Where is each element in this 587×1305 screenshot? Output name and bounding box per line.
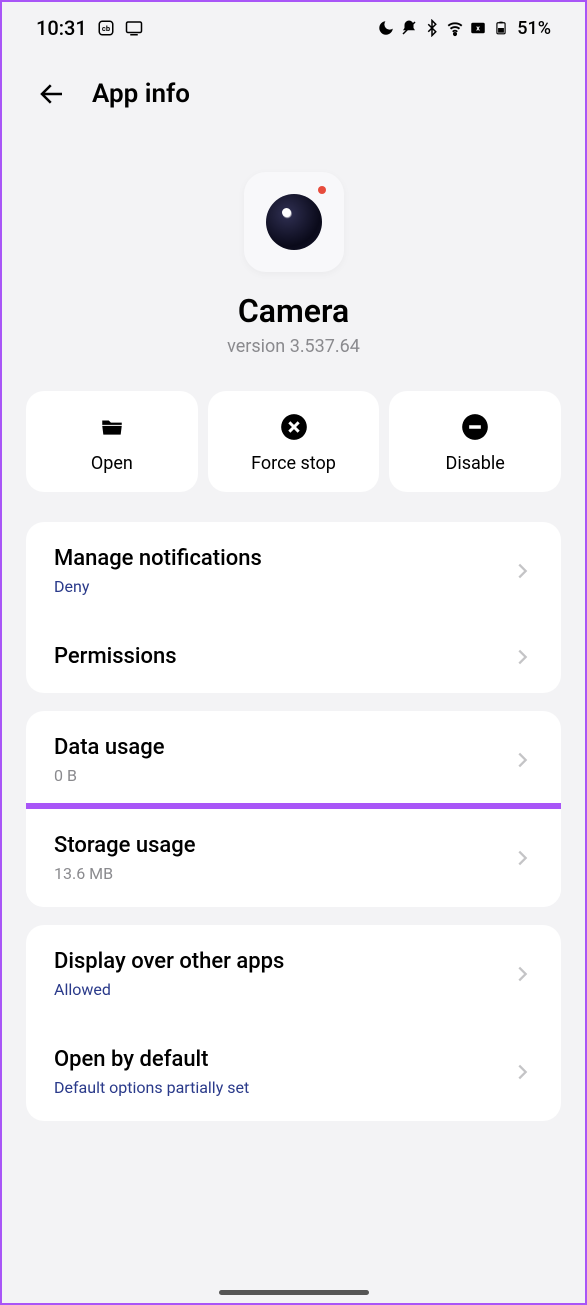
display-over-title: Display over other apps (54, 949, 284, 974)
app-version: version 3.537.64 (22, 336, 565, 357)
action-row: Open Force stop Disable (2, 391, 585, 492)
status-bar: 10:31 cb x 51% (2, 2, 585, 54)
permissions-title: Permissions (54, 644, 177, 669)
notifications-title: Manage notifications (54, 546, 262, 571)
svg-text:cb: cb (102, 24, 110, 33)
close-circle-icon (280, 413, 308, 441)
open-default-row[interactable]: Open by default Default options partiall… (26, 1023, 561, 1121)
data-icon: x (469, 19, 487, 37)
chevron-right-icon (511, 963, 533, 985)
gesture-bar[interactable] (219, 1290, 369, 1295)
chevron-right-icon (511, 1061, 533, 1083)
force-stop-button[interactable]: Force stop (208, 391, 380, 492)
status-time: 10:31 (36, 16, 87, 40)
list-card-1: Manage notifications Deny Permissions (26, 522, 561, 693)
open-default-title: Open by default (54, 1047, 249, 1072)
open-button[interactable]: Open (26, 391, 198, 492)
disable-button[interactable]: Disable (389, 391, 561, 492)
force-stop-label: Force stop (251, 453, 336, 474)
folder-icon (98, 413, 126, 441)
chevron-right-icon (511, 847, 533, 869)
bluetooth-icon (423, 19, 441, 37)
storage-sub: 13.6 MB (54, 864, 196, 883)
data-usage-sub: 0 B (54, 766, 165, 785)
app-name: Camera (22, 292, 565, 330)
storage-title: Storage usage (54, 833, 196, 858)
header: App info (2, 54, 585, 122)
list-card-3: Display over other apps Allowed Open by … (26, 925, 561, 1121)
app-badge-icon: cb (97, 19, 115, 37)
open-label: Open (91, 453, 133, 474)
permissions-row[interactable]: Permissions (26, 620, 561, 693)
list-card-2: Data usage 0 B Storage usage 13.6 MB (26, 711, 561, 907)
display-over-row[interactable]: Display over other apps Allowed (26, 925, 561, 1023)
chevron-right-icon (511, 646, 533, 668)
minus-circle-icon (461, 413, 489, 441)
page-title: App info (92, 79, 190, 109)
storage-usage-row[interactable]: Storage usage 13.6 MB (26, 803, 561, 907)
app-icon (244, 172, 344, 272)
mute-icon (400, 19, 418, 37)
open-default-sub: Default options partially set (54, 1078, 249, 1097)
svg-text:x: x (476, 23, 480, 32)
wifi-icon (446, 19, 464, 37)
app-section: Camera version 3.537.64 (2, 122, 585, 391)
chevron-right-icon (511, 749, 533, 771)
battery-percent: 51% (517, 18, 551, 39)
notifications-sub: Deny (54, 577, 262, 596)
chevron-right-icon (511, 560, 533, 582)
battery-icon (492, 19, 510, 37)
moon-icon (377, 19, 395, 37)
data-usage-title: Data usage (54, 735, 165, 760)
cast-icon (125, 19, 143, 37)
manage-notifications-row[interactable]: Manage notifications Deny (26, 522, 561, 620)
data-usage-row[interactable]: Data usage 0 B (26, 711, 561, 809)
disable-label: Disable (446, 453, 505, 474)
display-over-sub: Allowed (54, 980, 284, 999)
back-button[interactable] (36, 78, 68, 110)
